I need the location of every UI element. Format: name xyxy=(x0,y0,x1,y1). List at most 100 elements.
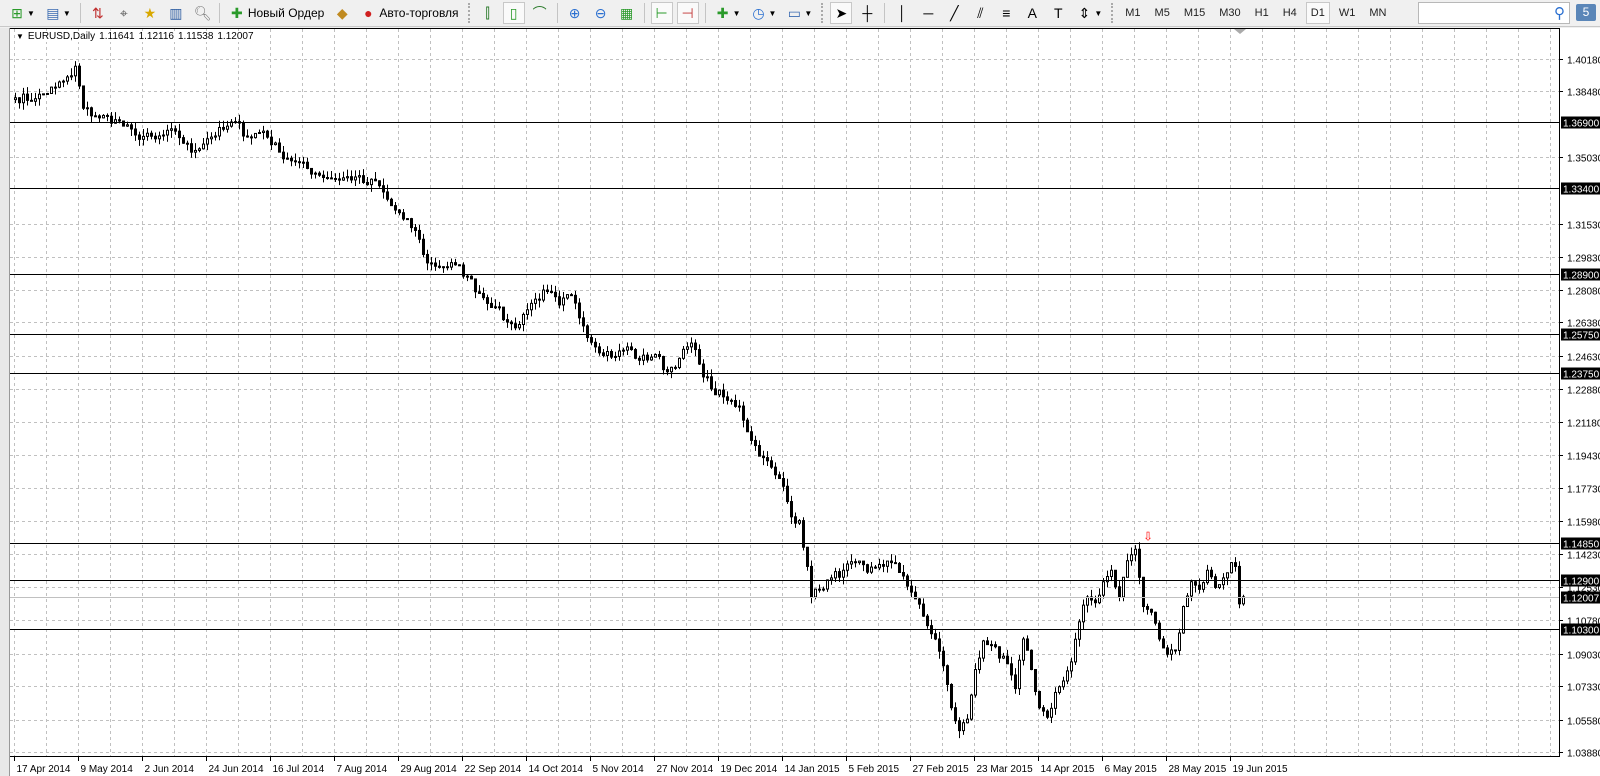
bull-candle xyxy=(530,302,533,311)
line-chart-button[interactable]: ⌒ xyxy=(529,2,551,24)
toolbar-grip[interactable] xyxy=(1111,3,1114,23)
bull-candle xyxy=(70,75,73,78)
bear-candle xyxy=(470,275,473,280)
bear-candle xyxy=(486,297,489,304)
toolbar-grip[interactable] xyxy=(467,3,471,23)
date-tick-label: 19 Jun 2015 xyxy=(1233,764,1288,775)
bear-candle xyxy=(386,191,389,200)
timeframe-w1-button[interactable]: W1 xyxy=(1334,2,1361,24)
main-toolbar: ⊞ ▼ ▤ ▼ ⇅ ⌖ ★ ▥ 🔍︎ ✚ Новый Ордер ◆ ● Авто-то… xyxy=(0,0,1600,27)
bear-candle xyxy=(698,349,701,365)
navigator-button[interactable]: ⌖ xyxy=(113,2,135,24)
new-chart-button[interactable]: ⊞ ▼ xyxy=(6,2,38,24)
timeframe-m15-button[interactable]: M15 xyxy=(1179,2,1210,24)
data-window-button[interactable]: ▥ xyxy=(165,2,187,24)
bear-candle xyxy=(394,205,397,211)
sell-arrow-icon: ⇩ xyxy=(1143,530,1153,544)
bear-candle xyxy=(950,683,953,709)
price-tick-label: 1.22880 xyxy=(1567,386,1600,397)
bear-candle xyxy=(750,431,753,441)
collapse-triangle-icon[interactable]: ▼ xyxy=(16,32,24,41)
bear-candle xyxy=(458,264,461,267)
data-window-icon: ▥ xyxy=(169,5,183,21)
chart-window[interactable]: 1.40180 1.38480 1.35030 1.31530 1.29830 1.280… xyxy=(10,28,1600,776)
crosshair-button[interactable]: ┼ xyxy=(856,2,878,24)
bull-candle xyxy=(562,297,565,306)
timeframe-m1-button[interactable]: M1 xyxy=(1120,2,1145,24)
bear-candle xyxy=(1026,638,1029,651)
timeframe-mn-button[interactable]: MN xyxy=(1364,2,1391,24)
text-button[interactable]: A xyxy=(1021,2,1043,24)
text-label-button[interactable]: T xyxy=(1047,2,1069,24)
timeframe-m5-button[interactable]: M5 xyxy=(1150,2,1175,24)
tile-windows-button[interactable]: ▦ xyxy=(616,2,638,24)
bull-candle xyxy=(626,346,629,351)
chart-shift-button[interactable]: ⊢ xyxy=(650,2,673,24)
bear-candle xyxy=(1210,569,1213,578)
autoscroll-button[interactable]: ⊣ xyxy=(676,2,699,24)
bear-candle xyxy=(90,107,93,117)
metaeditor-button[interactable]: ◆ xyxy=(331,2,353,24)
channel-button[interactable]: ⫽ xyxy=(969,2,991,24)
bear-candle xyxy=(1166,647,1169,655)
bar-chart-button[interactable]: ⫿ xyxy=(477,2,499,24)
bull-candle xyxy=(978,657,981,671)
market-watch-button[interactable]: ⇅ xyxy=(87,2,109,24)
notifications-badge[interactable]: 5 xyxy=(1576,4,1596,21)
fibonacci-button[interactable]: ≡ xyxy=(995,2,1017,24)
horizontal-line-button[interactable]: ─ xyxy=(917,2,939,24)
bull-candle xyxy=(210,136,213,140)
trendline-button[interactable]: ╱ xyxy=(943,2,965,24)
bear-candle xyxy=(1146,606,1149,610)
indicators-button[interactable]: ✚ ▼ xyxy=(712,2,744,24)
bull-candle xyxy=(22,93,25,104)
bear-candle xyxy=(1214,576,1217,588)
favorites-button[interactable]: ★ xyxy=(139,2,161,24)
new-order-button[interactable]: ✚ Новый Ордер xyxy=(226,2,327,24)
templates-button[interactable]: ▭ ▼ xyxy=(783,2,815,24)
bear-candle xyxy=(478,291,481,294)
bull-candle xyxy=(1054,691,1057,709)
vertical-line-button[interactable]: │ xyxy=(891,2,913,24)
bull-candle xyxy=(194,149,197,153)
bull-candle xyxy=(542,289,545,301)
bull-candle xyxy=(274,142,277,146)
bear-candle xyxy=(414,227,417,231)
search-input[interactable] xyxy=(1419,3,1544,23)
bull-candle xyxy=(966,718,969,724)
profiles-button[interactable]: ▤ ▼ xyxy=(42,2,74,24)
bear-candle xyxy=(942,650,945,667)
bear-candle xyxy=(910,585,913,593)
timeframe-d1-button[interactable]: D1 xyxy=(1305,2,1330,24)
candlestick-chart[interactable]: 1.40180 1.38480 1.35030 1.31530 1.29830 1.280… xyxy=(10,28,1600,776)
periods-button[interactable]: ◷ ▼ xyxy=(747,2,779,24)
bear-candle xyxy=(1042,707,1045,712)
timeframe-bar: M1 M5 M15 M30 H1 H4 D1 W1 MN xyxy=(1118,2,1393,24)
bull-candle xyxy=(286,157,289,160)
zoom-in-button[interactable]: ⊕ xyxy=(564,2,586,24)
bear-candle xyxy=(1118,586,1121,598)
cursor-button[interactable]: ➤ xyxy=(830,2,853,24)
arrows-button[interactable]: ⇕ ▼ xyxy=(1073,2,1105,24)
new-chart-icon: ⊞ xyxy=(11,5,23,21)
bear-candle xyxy=(774,466,777,476)
search-icon[interactable]: ⚲ xyxy=(1554,4,1565,22)
bear-candle xyxy=(902,571,905,577)
strategy-tester-button[interactable]: 🔍︎ xyxy=(191,2,213,24)
timeframe-m30-button[interactable]: M30 xyxy=(1214,2,1245,24)
timeframe-h1-button[interactable]: H1 xyxy=(1250,2,1274,24)
search-box[interactable]: ⚲ xyxy=(1418,2,1570,24)
candlestick-button[interactable]: ▯ xyxy=(502,2,525,24)
autotrading-button[interactable]: ● Авто-торговля xyxy=(357,2,461,24)
zoom-out-button[interactable]: ⊖ xyxy=(590,2,612,24)
bear-candle xyxy=(1142,576,1145,608)
bull-candle xyxy=(1022,638,1025,661)
toolbar-grip[interactable] xyxy=(821,3,824,23)
bull-candle xyxy=(450,262,453,268)
timeframe-h4-button[interactable]: H4 xyxy=(1278,2,1302,24)
bear-candle xyxy=(990,644,993,647)
bear-candle xyxy=(362,175,365,183)
bear-candle xyxy=(1014,674,1017,690)
bull-candle xyxy=(74,65,77,77)
bear-candle xyxy=(402,212,405,220)
